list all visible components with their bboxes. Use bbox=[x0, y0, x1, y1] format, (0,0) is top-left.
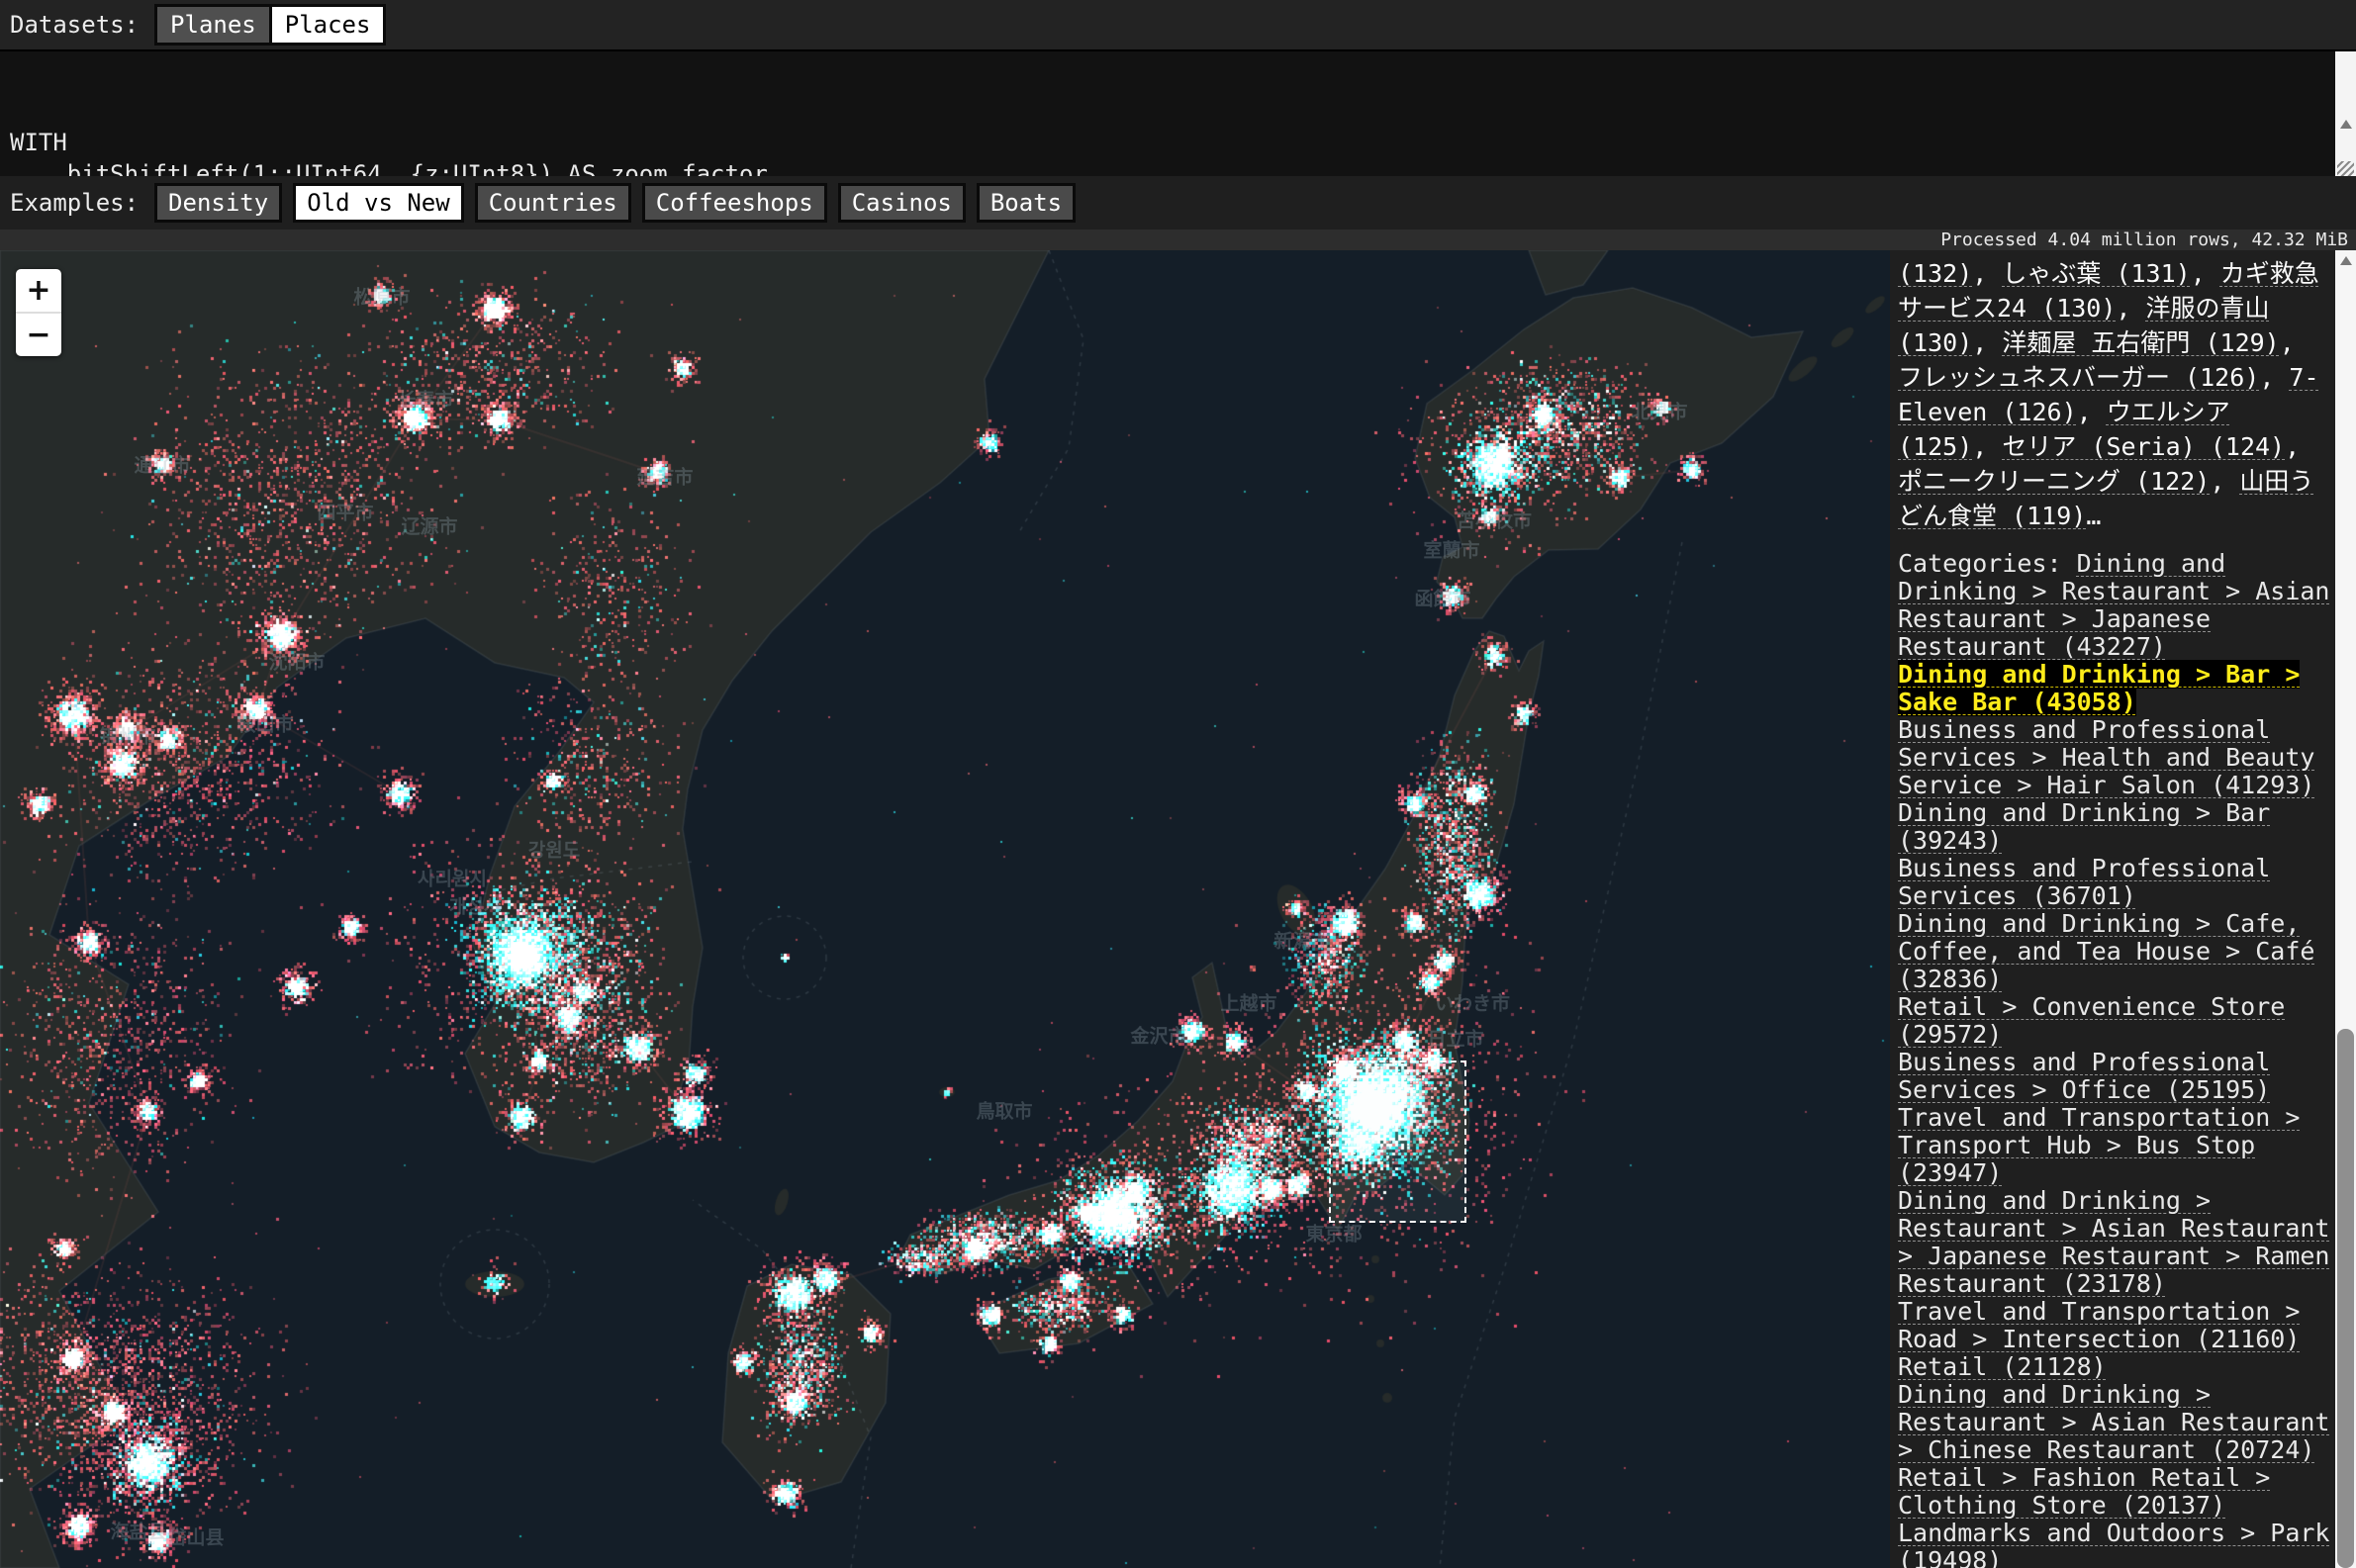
brand-link[interactable]: しゃぶ葉 (131) bbox=[2002, 259, 2190, 288]
categories-label: Categories: bbox=[1898, 549, 2077, 578]
zoom-out-button[interactable]: − bbox=[16, 314, 61, 356]
app: Datasets: PlanesPlaces WITH bitShiftLeft… bbox=[0, 0, 2356, 1568]
brand-link[interactable]: (132) bbox=[1898, 259, 1972, 288]
example-button-casinos[interactable]: Casinos bbox=[838, 183, 966, 223]
brands-list: (132), しゃぶ葉 (131), カギ救急サービス24 (130), 洋服の… bbox=[1898, 256, 2333, 533]
category-link[interactable]: Dining and Drinking > Restaurant > Asian… bbox=[1898, 1186, 2330, 1298]
category-link[interactable]: Dining and Drinking > Bar (39243) bbox=[1898, 798, 2270, 855]
map[interactable]: 日立市東京都いわき市上越市金沢市新潟市鳥取市苫小牧市室蘭市函館市北見市강원도사리… bbox=[0, 250, 1890, 1568]
query-editor-text[interactable]: WITH bitShiftLeft(1::UInt64, {z:UInt8}) … bbox=[10, 127, 2326, 176]
map-canvas[interactable] bbox=[0, 250, 1890, 1568]
brand-link[interactable]: ポニークリーニング (122) bbox=[1898, 467, 2210, 496]
category-link[interactable]: Travel and Transportation > Road > Inter… bbox=[1898, 1297, 2300, 1353]
selection-box[interactable] bbox=[1329, 1061, 1466, 1223]
category-link[interactable]: Business and Professional Services (3670… bbox=[1898, 854, 2270, 910]
example-button-coffeeshops[interactable]: Coffeeshops bbox=[642, 183, 827, 223]
scrollbar[interactable] bbox=[2335, 250, 2356, 1568]
zoom-control: + − bbox=[16, 269, 61, 356]
category-link-selected[interactable]: Dining and Drinking > Bar > Sake Bar (43… bbox=[1898, 660, 2300, 716]
main-content: 日立市東京都いわき市上越市金沢市新潟市鳥取市苫小牧市室蘭市函館市北見市강원도사리… bbox=[0, 250, 2356, 1568]
dataset-button-planes[interactable]: Planes bbox=[157, 7, 269, 43]
brand-link[interactable]: 洋麺屋 五右衛門 (129) bbox=[2002, 328, 2279, 357]
brand-link[interactable]: セリア (Seria) (124) bbox=[2002, 432, 2285, 461]
examples-label: Examples: bbox=[10, 189, 139, 217]
status-text: Processed 4.04 million rows, 42.32 MiB bbox=[1940, 230, 2348, 250]
category-link[interactable]: Retail (21128) bbox=[1898, 1352, 2107, 1381]
category-link[interactable]: Business and Professional Services > Off… bbox=[1898, 1048, 2270, 1104]
scrollbar-thumb[interactable] bbox=[2337, 1029, 2354, 1568]
datasets-label: Datasets: bbox=[10, 11, 139, 39]
category-link[interactable]: Travel and Transportation > Transport Hu… bbox=[1898, 1103, 2300, 1187]
category-link[interactable]: Dining and Drinking > Restaurant > Asian… bbox=[1898, 1380, 2330, 1464]
examples-button-group: Density Old vs New Countries Coffeeshops Cas… bbox=[154, 183, 1086, 223]
results-panel: (132), しゃぶ葉 (131), カギ救急サービス24 (130), 洋服の… bbox=[1890, 250, 2335, 1568]
datasets-bar: Datasets: PlanesPlaces bbox=[0, 0, 2356, 49]
brand-link[interactable]: フレッシュネスバーガー (126) bbox=[1898, 363, 2259, 392]
scrollbar-up-arrow[interactable] bbox=[2340, 256, 2352, 265]
categories-list: Categories: Dining and Drinking > Restau… bbox=[1898, 550, 2333, 1568]
example-button-countries[interactable]: Countries bbox=[475, 183, 631, 223]
example-button-density[interactable]: Density bbox=[154, 183, 282, 223]
category-link[interactable]: Retail > Convenience Store (29572) bbox=[1898, 992, 2285, 1049]
query-editor[interactable]: WITH bitShiftLeft(1::UInt64, {z:UInt8}) … bbox=[0, 49, 2356, 176]
category-link[interactable]: Dining and Drinking > Cafe, Coffee, and … bbox=[1898, 909, 2314, 993]
resize-grip-icon[interactable] bbox=[2337, 161, 2354, 176]
status-bar: Processed 4.04 million rows, 42.32 MiB bbox=[0, 230, 2356, 250]
scroll-up-icon[interactable] bbox=[2340, 120, 2352, 129]
example-button-old-vs-new[interactable]: Old vs New bbox=[293, 183, 464, 223]
example-button-boats[interactable]: Boats bbox=[977, 183, 1076, 223]
query-editor-scrollbar[interactable] bbox=[2335, 51, 2356, 176]
category-link[interactable]: Business and Professional Services > Hea… bbox=[1898, 715, 2314, 799]
dataset-button-places[interactable]: Places bbox=[272, 7, 384, 43]
category-link[interactable]: Landmarks and Outdoors > Park (19498) bbox=[1898, 1519, 2330, 1568]
datasets-button-group: PlanesPlaces bbox=[154, 4, 386, 46]
zoom-in-button[interactable]: + bbox=[16, 269, 61, 312]
category-link[interactable]: Retail > Fashion Retail > Clothing Store… bbox=[1898, 1463, 2270, 1520]
examples-bar: Examples: Density Old vs New Countries Coff… bbox=[0, 176, 2356, 230]
